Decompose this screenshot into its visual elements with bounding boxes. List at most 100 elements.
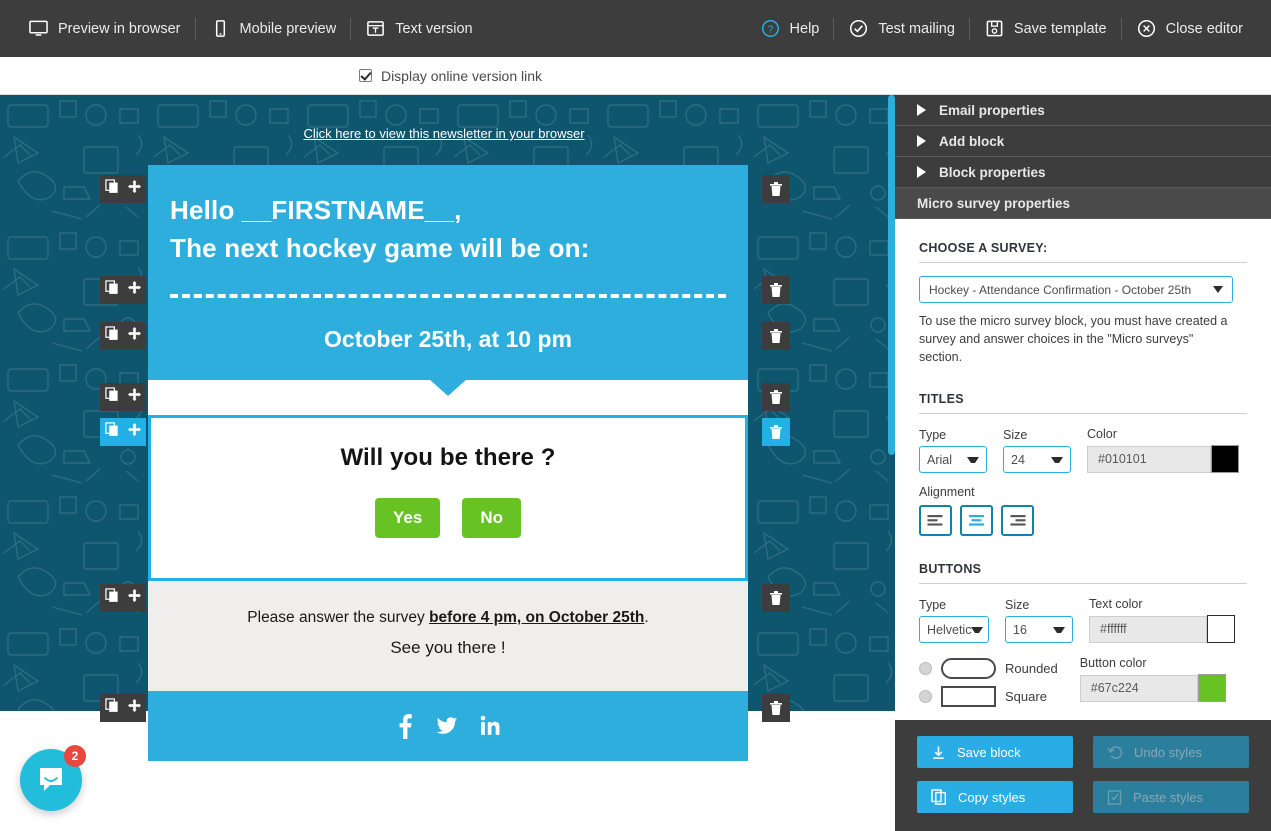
align-left-icon [927, 514, 943, 526]
move-icon[interactable] [127, 326, 142, 346]
buttons-text-color-input[interactable]: #ffffff [1089, 615, 1207, 643]
block-handle-note[interactable] [100, 583, 146, 612]
titles-size-select[interactable]: 24 [1003, 446, 1071, 474]
survey-area[interactable]: Will you be there ? Yes No [148, 414, 748, 581]
save-block-button[interactable]: Save block [917, 736, 1073, 768]
note-area[interactable]: Please answer the survey before 4 pm, on… [148, 580, 748, 691]
copy-icon[interactable] [104, 280, 120, 300]
buttons-color-input[interactable]: #67c224 [1079, 674, 1198, 702]
chat-widget-button[interactable]: 2 [20, 745, 86, 811]
buttons-color-swatch[interactable] [1197, 674, 1226, 703]
linkedin-icon[interactable] [480, 713, 500, 739]
sidebar-item-add-block[interactable]: Add block [895, 126, 1271, 157]
email-block-social[interactable] [100, 690, 790, 761]
close-editor-button[interactable]: Close editor [1122, 0, 1257, 57]
block-handle-divider[interactable] [100, 275, 146, 304]
titles-type-select[interactable]: Arial [919, 446, 987, 474]
move-icon[interactable] [127, 280, 142, 300]
titles-fields: Type Arial Size 24 Color #010101 [919, 427, 1247, 474]
copy-styles-button[interactable]: Copy styles [917, 781, 1073, 813]
mobile-preview-button[interactable]: Mobile preview [196, 0, 351, 57]
email-block-arrow[interactable] [100, 378, 790, 415]
buttons-size-group: Size 16 [1005, 598, 1073, 644]
preview-in-browser-button[interactable]: Preview in browser [14, 0, 195, 57]
canvas-scrollbar-thumb[interactable] [888, 95, 895, 455]
move-icon[interactable] [127, 422, 142, 442]
square-shape-icon [941, 686, 996, 708]
titles-type-value: Arial [927, 452, 953, 467]
paste-styles-button[interactable]: Paste styles [1093, 781, 1249, 813]
delete-block-date[interactable] [762, 321, 790, 350]
survey-select[interactable]: Hockey - Attendance Confirmation - Octob… [919, 276, 1233, 303]
copy-icon[interactable] [104, 698, 120, 718]
copy-icon[interactable] [104, 588, 120, 608]
sidebar-item-block-properties[interactable]: Block properties [895, 157, 1271, 188]
divider-area[interactable] [148, 275, 748, 322]
buttons-type-select[interactable]: Helvetic [919, 616, 989, 644]
titles-type-group: Type Arial [919, 428, 987, 474]
buttons-size-select[interactable]: 16 [1005, 616, 1073, 644]
copy-icon[interactable] [104, 179, 120, 199]
survey-no-button[interactable]: No [462, 497, 521, 538]
note-text-a: Please answer the survey [247, 608, 430, 626]
mobile-preview-label: Mobile preview [239, 20, 337, 37]
delete-block-social[interactable] [762, 693, 790, 722]
delete-block-arrow[interactable] [762, 382, 790, 411]
shape-square-row[interactable]: Square [919, 686, 1058, 708]
survey-yes-button[interactable]: Yes [375, 497, 441, 538]
align-left-button[interactable] [919, 505, 952, 537]
block-handle-date[interactable] [100, 321, 146, 350]
help-button[interactable]: ? Help [746, 0, 834, 57]
text-version-button[interactable]: Text version [351, 0, 486, 57]
test-mailing-label: Test mailing [878, 20, 955, 37]
align-center-button[interactable] [960, 505, 993, 537]
save-template-button[interactable]: Save template [970, 0, 1121, 57]
undo-styles-button[interactable]: Undo styles [1093, 736, 1249, 768]
shape-square-radio[interactable] [919, 690, 932, 704]
titles-size-group: Size 24 [1003, 428, 1071, 474]
email-block-divider[interactable] [100, 275, 790, 322]
move-icon[interactable] [127, 698, 142, 718]
delete-block-note[interactable] [762, 583, 790, 612]
email-block-date[interactable]: October 25th, at 10 pm [100, 321, 790, 379]
sidebar-item-email-properties[interactable]: Email properties [895, 95, 1271, 126]
block-handle-header[interactable] [100, 175, 146, 203]
email-block-survey[interactable]: Will you be there ? Yes No [100, 414, 790, 581]
titles-color-input[interactable]: #010101 [1087, 445, 1211, 473]
facebook-icon[interactable] [397, 713, 414, 739]
copy-icon[interactable] [104, 326, 120, 346]
copy-icon[interactable] [104, 422, 120, 442]
move-icon[interactable] [127, 588, 142, 608]
email-block-note[interactable]: Please answer the survey before 4 pm, on… [100, 580, 790, 691]
arrow-area[interactable] [148, 378, 748, 415]
buttons-text-color-swatch[interactable] [1207, 615, 1235, 644]
save-block-label: Save block [957, 744, 1021, 760]
align-right-button[interactable] [1001, 505, 1034, 537]
display-online-version-checkbox[interactable] [358, 69, 372, 82]
delete-block-header[interactable] [762, 175, 790, 203]
social-area[interactable] [148, 690, 748, 761]
twitter-icon[interactable] [436, 713, 458, 739]
test-mailing-button[interactable]: Test mailing [834, 0, 969, 57]
copy-icon[interactable] [104, 387, 120, 407]
email-block-header[interactable]: Hello __FIRSTNAME__, The next hockey gam… [100, 165, 790, 276]
delete-block-survey[interactable] [762, 417, 790, 446]
date-text-area[interactable]: October 25th, at 10 pm [148, 321, 748, 379]
block-handle-arrow[interactable] [100, 382, 146, 411]
mobile-icon [210, 18, 231, 39]
view-in-browser-link[interactable]: Click here to view this newsletter in yo… [0, 126, 888, 141]
sidebar-item-micro-survey-properties[interactable]: Micro survey properties [895, 188, 1271, 219]
shape-rounded-radio[interactable] [919, 662, 932, 676]
shape-rounded-row[interactable]: Rounded [919, 658, 1058, 680]
block-handle-survey[interactable] [100, 417, 146, 446]
sub-toolbar: Display online version link [0, 57, 1271, 95]
move-icon[interactable] [127, 179, 142, 199]
header-text-area[interactable]: Hello __FIRSTNAME__, The next hockey gam… [148, 165, 748, 276]
delete-block-divider[interactable] [762, 275, 790, 304]
move-icon[interactable] [127, 387, 142, 407]
undo-icon [1107, 745, 1123, 759]
block-handle-social[interactable] [100, 693, 146, 722]
trash-icon [770, 590, 782, 605]
canvas-scrollbar[interactable] [888, 95, 895, 711]
titles-color-swatch[interactable] [1211, 445, 1239, 474]
